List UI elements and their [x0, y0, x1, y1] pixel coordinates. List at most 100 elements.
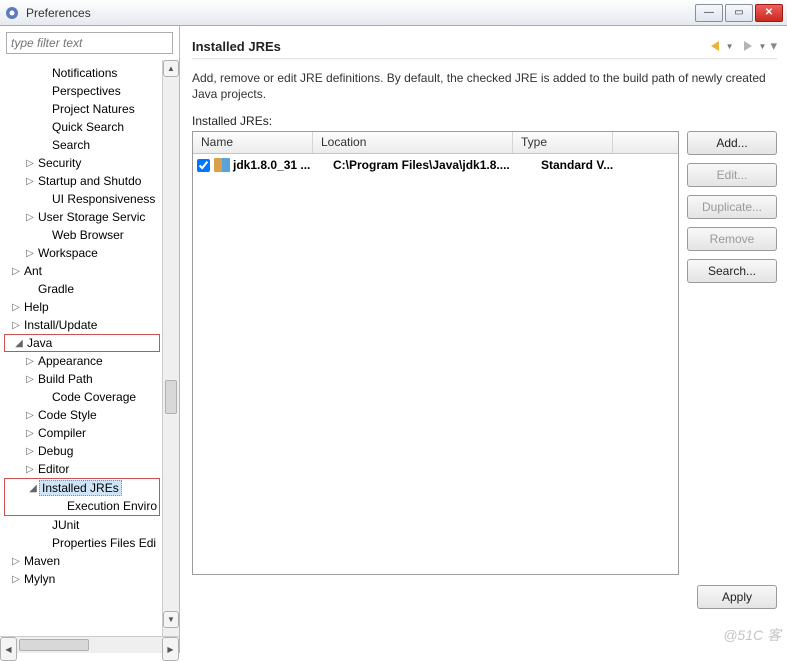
window-title: Preferences: [26, 6, 693, 20]
tree-item-maven[interactable]: ▷Maven: [2, 552, 162, 570]
hscroll-thumb[interactable]: [19, 639, 89, 651]
tree-item-label: User Storage Servic: [36, 210, 147, 224]
tree-item-gradle[interactable]: Gradle: [2, 280, 162, 298]
tree-item-ant[interactable]: ▷Ant: [2, 262, 162, 280]
apply-button[interactable]: Apply: [697, 585, 777, 609]
tree-twisty-icon[interactable]: ▷: [10, 266, 22, 277]
tree-item-installed-jres[interactable]: ◢Installed JREs: [5, 479, 159, 497]
tree-item-properties-files-edi[interactable]: Properties Files Edi: [2, 534, 162, 552]
tree-item-quick-search[interactable]: Quick Search: [2, 118, 162, 136]
tree-item-label: Code Coverage: [50, 390, 138, 404]
tree-horizontal-scrollbar[interactable]: ◀ ▶: [0, 636, 179, 653]
tree-item-label: Build Path: [36, 372, 95, 386]
tree-item-label: Maven: [22, 554, 62, 568]
tree-item-label: Properties Files Edi: [50, 536, 158, 550]
tree-item-editor[interactable]: ▷Editor: [2, 460, 162, 478]
tree-item-label: Code Style: [36, 408, 99, 422]
tree-item-help[interactable]: ▷Help: [2, 298, 162, 316]
preferences-tree[interactable]: Notifications Perspectives Project Natures…: [0, 60, 162, 636]
tree-item-label: Notifications: [50, 66, 119, 80]
page-title: Installed JREs: [192, 39, 705, 54]
tree-item-build-path[interactable]: ▷Build Path: [2, 370, 162, 388]
tree-item-workspace[interactable]: ▷Workspace: [2, 244, 162, 262]
tree-item-notifications[interactable]: Notifications: [2, 64, 162, 82]
scroll-up-icon[interactable]: ▲: [163, 60, 179, 77]
nav-forward-button: [739, 37, 757, 55]
watermark: @51C 客: [723, 625, 781, 645]
col-location[interactable]: Location: [313, 132, 513, 153]
tree-item-compiler[interactable]: ▷Compiler: [2, 424, 162, 442]
add-button[interactable]: Add...: [687, 131, 777, 155]
tree-item-execution-enviro[interactable]: Execution Enviro: [5, 497, 159, 515]
nav-back-button[interactable]: [706, 37, 724, 55]
filter-input[interactable]: [6, 32, 173, 54]
table-row[interactable]: jdk1.8.0_31 ... C:\Program Files\Java\jd…: [193, 154, 678, 176]
scroll-right-icon[interactable]: ▶: [162, 637, 179, 661]
jre-table[interactable]: Name Location Type jdk1.8.0_31 ... C:\Pr…: [192, 131, 679, 575]
jre-default-checkbox[interactable]: [197, 159, 210, 172]
edit-button: Edit...: [687, 163, 777, 187]
scroll-thumb[interactable]: [165, 380, 177, 414]
tree-twisty-icon[interactable]: ▷: [24, 446, 36, 457]
back-arrow-icon: [711, 41, 719, 51]
tree-twisty-icon[interactable]: ▷: [24, 410, 36, 421]
tree-vertical-scrollbar[interactable]: ▲ ▼: [162, 60, 179, 636]
jre-icon: [214, 158, 230, 172]
tree-item-label: JUnit: [50, 518, 81, 532]
maximize-button[interactable]: ▭: [725, 4, 753, 22]
tree-item-code-coverage[interactable]: Code Coverage: [2, 388, 162, 406]
table-header[interactable]: Name Location Type: [193, 132, 678, 154]
view-menu-icon[interactable]: ▾: [770, 38, 777, 54]
tree-item-web-browser[interactable]: Web Browser: [2, 226, 162, 244]
app-icon: [4, 5, 20, 21]
tree-item-user-storage-servic[interactable]: ▷User Storage Servic: [2, 208, 162, 226]
minimize-button[interactable]: —: [695, 4, 723, 22]
tree-twisty-icon[interactable]: ◢: [27, 483, 39, 494]
tree-twisty-icon[interactable]: ▷: [24, 176, 36, 187]
tree-twisty-icon[interactable]: ▷: [24, 374, 36, 385]
tree-item-label: Startup and Shutdo: [36, 174, 143, 188]
tree-item-label: Search: [50, 138, 92, 152]
tree-twisty-icon[interactable]: ▷: [24, 158, 36, 169]
tree-item-java[interactable]: ◢Java: [4, 334, 160, 352]
scroll-down-icon[interactable]: ▼: [163, 611, 179, 628]
tree-item-startup-and-shutdo[interactable]: ▷Startup and Shutdo: [2, 172, 162, 190]
search-button[interactable]: Search...: [687, 259, 777, 283]
tree-item-mylyn[interactable]: ▷Mylyn: [2, 570, 162, 588]
tree-item-label: Project Natures: [50, 102, 137, 116]
tree-item-security[interactable]: ▷Security: [2, 154, 162, 172]
tree-twisty-icon[interactable]: ▷: [10, 320, 22, 331]
tree-item-debug[interactable]: ▷Debug: [2, 442, 162, 460]
tree-item-search[interactable]: Search: [2, 136, 162, 154]
tree-item-junit[interactable]: JUnit: [2, 516, 162, 534]
tree-twisty-icon[interactable]: ▷: [24, 428, 36, 439]
tree-item-code-style[interactable]: ▷Code Style: [2, 406, 162, 424]
col-extra[interactable]: [613, 132, 678, 153]
tree-item-perspectives[interactable]: Perspectives: [2, 82, 162, 100]
tree-item-label: Execution Enviro: [65, 499, 159, 513]
tree-item-label: Mylyn: [22, 572, 57, 586]
tree-item-label: Install/Update: [22, 318, 99, 332]
tree-twisty-icon[interactable]: ▷: [24, 356, 36, 367]
tree-twisty-icon[interactable]: ◢: [13, 338, 25, 349]
tree-twisty-icon[interactable]: ▷: [10, 574, 22, 585]
col-name[interactable]: Name: [193, 132, 313, 153]
tree-item-label: Java: [25, 336, 54, 350]
duplicate-button: Duplicate...: [687, 195, 777, 219]
scroll-left-icon[interactable]: ◀: [0, 637, 17, 661]
tree-twisty-icon[interactable]: ▷: [24, 248, 36, 259]
tree-twisty-icon[interactable]: ▷: [24, 464, 36, 475]
col-type[interactable]: Type: [513, 132, 613, 153]
tree-item-label: Editor: [36, 462, 71, 476]
tree-item-install-update[interactable]: ▷Install/Update: [2, 316, 162, 334]
close-button[interactable]: ✕: [755, 4, 783, 22]
tree-twisty-icon[interactable]: ▷: [10, 302, 22, 313]
back-dropdown-icon[interactable]: ▼: [726, 42, 734, 51]
page-description: Add, remove or edit JRE definitions. By …: [192, 70, 777, 102]
tree-item-ui-responsiveness[interactable]: UI Responsiveness: [2, 190, 162, 208]
tree-twisty-icon[interactable]: ▷: [24, 212, 36, 223]
tree-item-project-natures[interactable]: Project Natures: [2, 100, 162, 118]
tree-item-appearance[interactable]: ▷Appearance: [2, 352, 162, 370]
cell-name: jdk1.8.0_31 ...: [233, 158, 333, 172]
tree-twisty-icon[interactable]: ▷: [10, 556, 22, 567]
